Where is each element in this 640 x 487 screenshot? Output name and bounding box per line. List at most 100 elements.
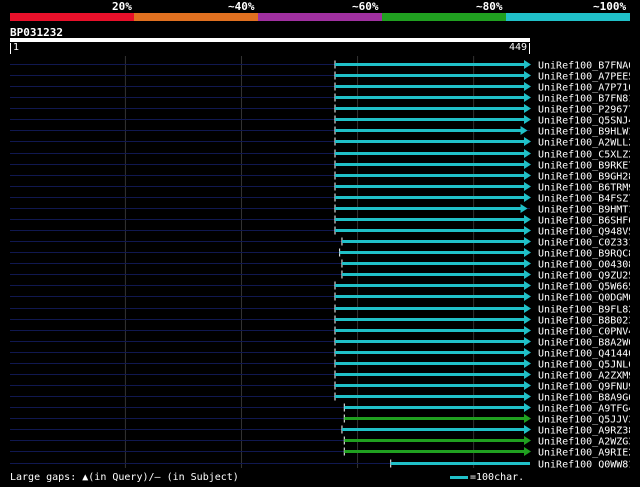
- hit-row[interactable]: UniRef100_Q5JNL6: [10, 359, 630, 371]
- arrow-icon: [524, 447, 531, 456]
- query-sequence-bar: [10, 38, 530, 42]
- hit-label[interactable]: UniRef100_B9RKE7: [538, 161, 630, 172]
- arrow-icon: [524, 137, 531, 146]
- arrow-icon: [524, 160, 531, 169]
- hit-label[interactable]: UniRef100_B7FNA0: [538, 61, 630, 72]
- arrow-icon: [524, 425, 531, 434]
- hit-row[interactable]: UniRef100_A9TFG4: [10, 403, 630, 415]
- hit-label[interactable]: UniRef100_C0PNV4: [538, 327, 630, 338]
- hit-label[interactable]: UniRef100_B8B023: [538, 316, 630, 327]
- hit-row[interactable]: UniRef100_B9FL82: [10, 304, 630, 316]
- hit-label[interactable]: UniRef100_B4FSZ7: [538, 194, 630, 205]
- hit-row[interactable]: UniRef100_O04308: [10, 259, 630, 271]
- hit-label[interactable]: UniRef100_Q9ZU25: [538, 271, 630, 282]
- hit-label[interactable]: UniRef100_B8A2W6: [538, 338, 630, 349]
- hit-label[interactable]: UniRef100_B9HMT1: [538, 205, 630, 216]
- hit-label[interactable]: UniRef100_B9FL82: [538, 305, 630, 316]
- hit-row[interactable]: UniRef100_B7FNA0: [10, 60, 630, 72]
- hit-label[interactable]: UniRef100_A9RZ38: [538, 426, 630, 437]
- hit-row[interactable]: UniRef100_Q41440: [10, 348, 630, 360]
- arrow-icon: [524, 93, 531, 102]
- hit-label[interactable]: UniRef100_P29677: [538, 105, 630, 116]
- arrow-icon: [524, 414, 531, 423]
- hit-row[interactable]: UniRef100_B9HLW1: [10, 126, 630, 138]
- hit-row[interactable]: UniRef100_B9HMT1: [10, 204, 630, 216]
- hit-label[interactable]: UniRef100_B9HLW1: [538, 127, 630, 138]
- hit-label[interactable]: UniRef100_A9TFG4: [538, 404, 630, 415]
- hit-row[interactable]: UniRef100_B6TRM9: [10, 182, 630, 194]
- hit-row[interactable]: UniRef100_B9RKE7: [10, 160, 630, 172]
- hit-label[interactable]: UniRef100_A7PEE5: [538, 72, 630, 83]
- hit-row[interactable]: UniRef100_Q9ZU25: [10, 270, 630, 282]
- hit-row[interactable]: UniRef100_Q0DGM0: [10, 292, 630, 304]
- hit-row[interactable]: UniRef100_B4FSZ7: [10, 193, 630, 205]
- hit-row[interactable]: UniRef100_A7P710: [10, 82, 630, 94]
- hit-row[interactable]: UniRef100_Q0WW81: [10, 459, 630, 469]
- hit-row[interactable]: UniRef100_A9RZ38: [10, 425, 630, 437]
- hit-row[interactable]: UniRef100_B8B023: [10, 315, 630, 327]
- hit-label[interactable]: UniRef100_B6TRM9: [538, 183, 630, 194]
- hit-label[interactable]: UniRef100_Q5JJV3: [538, 415, 630, 426]
- hit-row[interactable]: UniRef100_B6SHF6: [10, 215, 630, 227]
- hit-row[interactable]: UniRef100_B7FN81: [10, 93, 630, 105]
- arrow-icon: [524, 193, 531, 202]
- hit-label[interactable]: UniRef100_B8A9G6: [538, 393, 630, 404]
- hit-label[interactable]: UniRef100_Q948V5: [538, 227, 630, 238]
- arrow-icon: [524, 315, 531, 324]
- hit-label[interactable]: UniRef100_A2ZXM9: [538, 371, 630, 382]
- hit-row[interactable]: UniRef100_A2ZXM9: [10, 370, 630, 382]
- hit-row[interactable]: UniRef100_Q5JJV3: [10, 414, 630, 426]
- hit-label[interactable]: UniRef100_A7P710: [538, 83, 630, 94]
- arrow-icon: [524, 370, 531, 379]
- arrow-icon: [524, 436, 531, 445]
- hit-label[interactable]: UniRef100_C5XLZ2: [538, 150, 630, 161]
- hit-label[interactable]: UniRef100_Q5SNJ4: [538, 116, 630, 127]
- identity-legend-labels: 20% ~40% ~60% ~80% ~100%: [10, 0, 630, 13]
- hit-row[interactable]: UniRef100_A9RIE2: [10, 447, 630, 459]
- hit-row[interactable]: UniRef100_Q9FNU9: [10, 381, 630, 393]
- hit-label[interactable]: UniRef100_B7FN81: [538, 94, 630, 105]
- alignment-svg: UniRef100_B7FNA0UniRef100_A7PEE5UniRef10…: [10, 56, 630, 468]
- legend-swatch-20: [10, 13, 134, 21]
- hit-row[interactable]: UniRef100_A2WLL2: [10, 137, 630, 149]
- hit-row[interactable]: UniRef100_Q948V5: [10, 226, 630, 238]
- hit-label[interactable]: UniRef100_B9GH28: [538, 172, 630, 183]
- hit-label[interactable]: UniRef100_Q5W665: [538, 282, 630, 293]
- hit-label[interactable]: UniRef100_A9RIE2: [538, 448, 630, 459]
- arrow-icon: [524, 248, 531, 257]
- hit-row[interactable]: UniRef100_B9GH28: [10, 171, 630, 183]
- hit-row[interactable]: UniRef100_C0Z331: [10, 237, 630, 249]
- hit-label[interactable]: UniRef100_O04308: [538, 260, 630, 271]
- hit-label[interactable]: UniRef100_A2WZG3: [538, 437, 630, 448]
- legend-label-60: ~60%: [352, 0, 379, 13]
- ruler-end-label: 449: [509, 42, 528, 53]
- hit-label[interactable]: UniRef100_A2WLL2: [538, 138, 630, 149]
- gaps-query-label: ▲(in Query): [82, 472, 149, 483]
- hit-label[interactable]: UniRef100_Q0DGM0: [538, 293, 630, 304]
- hit-label[interactable]: UniRef100_Q41440: [538, 349, 630, 360]
- hit-label[interactable]: UniRef100_B9RQC8: [538, 249, 630, 260]
- hit-label[interactable]: UniRef100_B6SHF6: [538, 216, 630, 227]
- hit-row[interactable]: UniRef100_P29677: [10, 104, 630, 116]
- hit-row[interactable]: UniRef100_Q5W665: [10, 281, 630, 293]
- ruler-start: 1: [10, 42, 20, 54]
- hit-row[interactable]: UniRef100_Q5SNJ4: [10, 115, 630, 127]
- hit-row[interactable]: UniRef100_B8A2W6: [10, 337, 630, 349]
- hit-row[interactable]: UniRef100_C0PNV4: [10, 326, 630, 338]
- hit-label[interactable]: UniRef100_Q0WW81: [538, 460, 630, 469]
- legend-label-20: 20%: [112, 0, 132, 13]
- arrow-icon: [524, 115, 531, 124]
- arrow-icon: [524, 403, 531, 412]
- arrow-icon: [524, 381, 531, 390]
- ruler-start-label: 1: [13, 42, 20, 53]
- hit-label[interactable]: UniRef100_C0Z331: [538, 238, 630, 249]
- hit-row[interactable]: UniRef100_C5XLZ2: [10, 149, 630, 161]
- hit-row[interactable]: UniRef100_A2WZG3: [10, 436, 630, 448]
- hit-row[interactable]: UniRef100_B8A9G6: [10, 392, 630, 404]
- hit-label[interactable]: UniRef100_Q9FNU9: [538, 382, 630, 393]
- hit-row[interactable]: UniRef100_B9RQC8: [10, 248, 630, 260]
- hit-row[interactable]: UniRef100_A7PEE5: [10, 71, 630, 83]
- scale-line-icon: [450, 475, 468, 479]
- arrow-icon: [524, 326, 531, 335]
- hit-label[interactable]: UniRef100_Q5JNL6: [538, 360, 630, 371]
